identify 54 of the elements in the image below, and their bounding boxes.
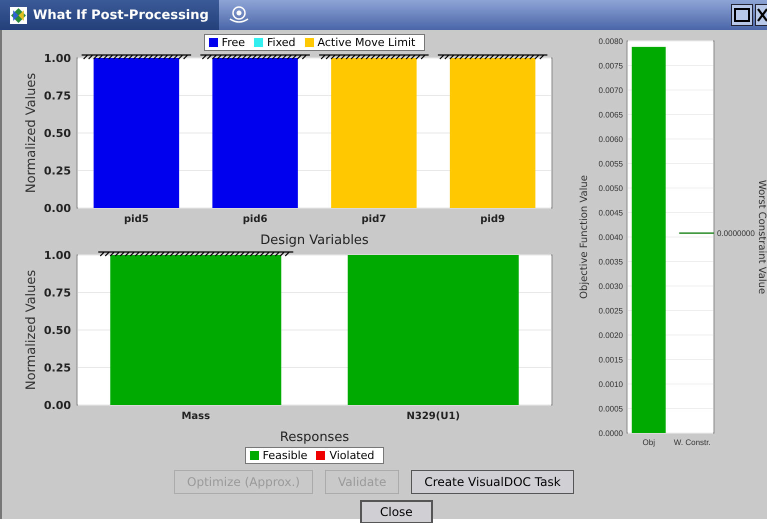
tick-label: 0.0070 — [598, 86, 623, 95]
close-button[interactable]: Close — [360, 500, 433, 523]
legend-label: Feasible — [262, 449, 308, 462]
legend-label: Free — [222, 36, 246, 49]
tick-label: 0.0065 — [598, 110, 623, 120]
tick-label: 0.0005 — [598, 404, 623, 414]
axis-title: Responses — [280, 430, 350, 445]
constraint-line — [679, 232, 714, 234]
tick-label: 0.0060 — [598, 135, 623, 144]
category-label: N329(U1) — [406, 411, 460, 422]
tick-label: 0.0030 — [598, 282, 623, 291]
category-label: pid9 — [480, 214, 505, 225]
category-label: pid6 — [242, 214, 268, 225]
maximize-button[interactable] — [731, 4, 753, 26]
axis-title: Design Variables — [260, 233, 369, 248]
tick-label: 0.50 — [44, 127, 71, 140]
tick-label: 0.0080 — [598, 37, 623, 46]
tick-label: 0.00 — [44, 399, 71, 412]
axis-title: Normalized Values — [24, 270, 39, 390]
tick-label: 0.75 — [44, 90, 71, 102]
tick-label: 0.0055 — [598, 160, 623, 168]
category-label: pid7 — [362, 214, 386, 225]
axis-title: Worst Constraint Value — [756, 180, 767, 294]
tick-label: 1.00 — [44, 250, 71, 262]
window-title: What If Post-Processing — [33, 8, 209, 22]
tick-label: 0.0015 — [598, 356, 623, 364]
tick-label: 0.00 — [44, 202, 71, 215]
category-label: W. Constr. — [674, 438, 711, 447]
axis-title: Normalized Values — [24, 72, 39, 194]
app-icon — [10, 6, 27, 24]
tick-label: 0.0040 — [598, 233, 623, 242]
tick-label: 0.0045 — [598, 208, 623, 218]
tick-label: 0.0025 — [598, 306, 623, 316]
category-label: pid5 — [124, 214, 149, 225]
tick-label: 0.0020 — [598, 331, 623, 340]
tick-label: 0.50 — [44, 324, 71, 337]
tick-label: 0.0050 — [598, 184, 623, 193]
legend-label: Fixed — [267, 36, 296, 49]
close-icon[interactable] — [755, 4, 767, 26]
constraint-value: 0.0000000 — [717, 229, 755, 238]
tick-label: 0.0010 — [598, 380, 623, 389]
tick-label: 1.00 — [44, 53, 71, 65]
legend-label: Active Move Limit — [318, 36, 416, 49]
tick-label: 0.75 — [44, 286, 71, 300]
tick-label: 0.0000 — [598, 429, 623, 438]
category-label: Mass — [181, 411, 210, 422]
tick-label: 0.25 — [44, 164, 71, 178]
category-label: Obj — [642, 438, 655, 447]
tick-label: 0.0035 — [598, 258, 623, 266]
tick-label: 0.25 — [44, 362, 71, 374]
tick-label: 0.0075 — [598, 62, 623, 70]
action-button[interactable]: Create VisualDOC Task — [411, 470, 574, 494]
axis-title: Objective Function Value — [579, 175, 590, 299]
legend-label: Violated — [329, 449, 374, 462]
